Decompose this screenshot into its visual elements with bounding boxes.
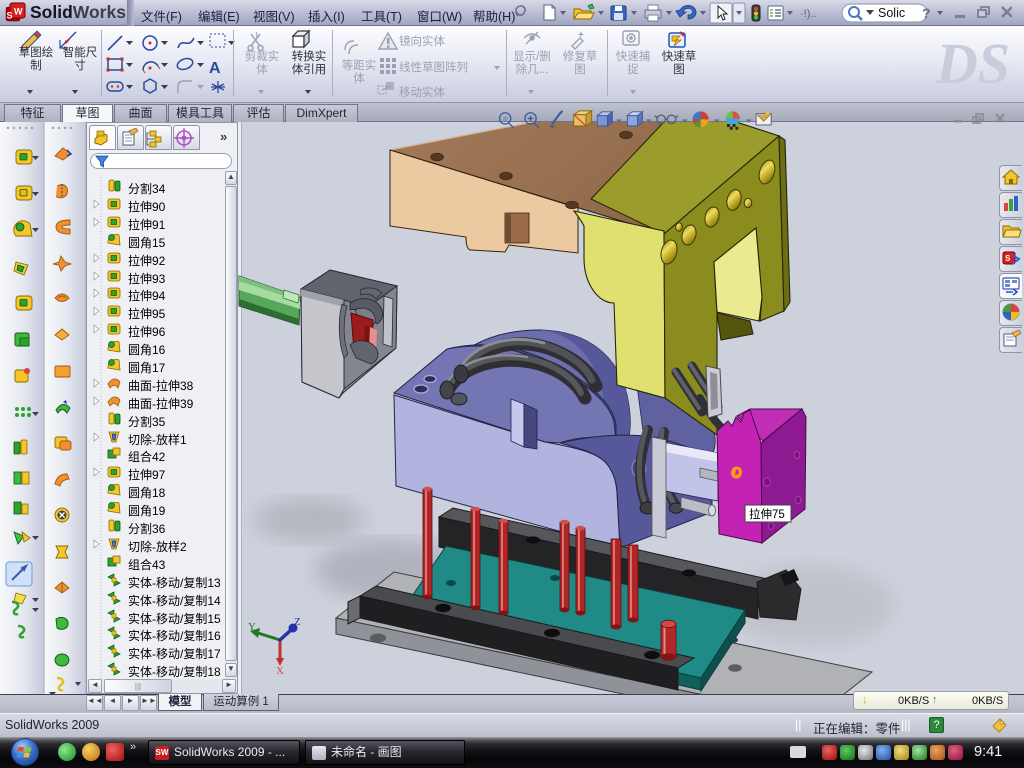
- svg-text:W: W: [14, 7, 23, 17]
- svg-text:Solic: Solic: [878, 6, 905, 20]
- svg-text:?: ?: [922, 5, 931, 21]
- svg-text:Z: Z: [294, 616, 301, 628]
- svg-text:拉伸75: 拉伸75: [749, 507, 785, 521]
- svg-text:✔: ✔: [64, 36, 72, 46]
- svg-text:+: +: [578, 30, 584, 41]
- svg-text:S: S: [7, 11, 13, 21]
- svg-text:X: X: [276, 665, 284, 677]
- svg-text:A: A: [209, 60, 221, 77]
- svg-text:·!)..: ·!)..: [800, 8, 817, 20]
- svg-text:S: S: [1005, 254, 1011, 263]
- svg-text:Y: Y: [248, 621, 256, 633]
